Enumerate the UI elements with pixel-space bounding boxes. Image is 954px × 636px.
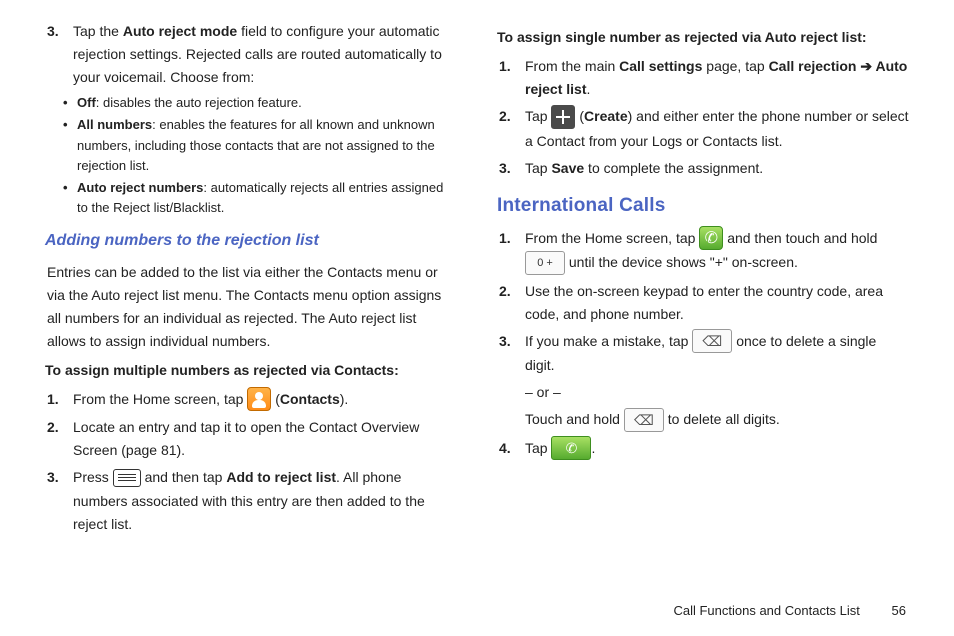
text: to delete all digits. bbox=[668, 411, 780, 427]
label: All numbers bbox=[77, 117, 152, 132]
label: Call settings bbox=[619, 58, 702, 74]
heading-adding-numbers: Adding numbers to the rejection list bbox=[45, 228, 457, 254]
step-body: Tap (Create) and either enter the phone … bbox=[525, 105, 909, 152]
text: From the Home screen, tap bbox=[73, 391, 247, 407]
contacts-icon bbox=[247, 387, 271, 411]
label: Save bbox=[551, 160, 584, 176]
intl-step-1: 1. From the Home screen, tap and then to… bbox=[497, 227, 909, 276]
subheading-via-auto: To assign single number as rejected via … bbox=[497, 26, 909, 49]
step-number: 1. bbox=[45, 388, 73, 412]
subheading-via-contacts: To assign multiple numbers as rejected v… bbox=[45, 359, 457, 382]
auto-step-1: 1. From the main Call settings page, tap… bbox=[497, 55, 909, 101]
page-number: 56 bbox=[892, 603, 906, 618]
footer-label: Call Functions and Contacts List bbox=[673, 603, 859, 618]
label: Create bbox=[584, 108, 628, 124]
label: Add to reject list bbox=[226, 469, 336, 485]
backspace-icon bbox=[692, 329, 732, 353]
left-column: 3. Tap the Auto reject mode field to con… bbox=[45, 20, 457, 540]
backspace-icon bbox=[624, 408, 664, 432]
bullet-all-numbers: • All numbers: enables the features for … bbox=[45, 115, 457, 175]
text: From the main bbox=[525, 58, 619, 74]
bullet-body: All numbers: enables the features for al… bbox=[77, 115, 457, 175]
bullet-mark: • bbox=[63, 93, 77, 113]
step-body: Tap . bbox=[525, 437, 909, 461]
contacts-step-3: 3. Press and then tap Add to reject list… bbox=[45, 466, 457, 535]
auto-step-3: 3. Tap Save to complete the assignment. bbox=[497, 157, 909, 180]
text: . bbox=[586, 81, 590, 97]
text: Press bbox=[73, 469, 113, 485]
step-3: 3. Tap the Auto reject mode field to con… bbox=[45, 20, 457, 89]
step-number: 3. bbox=[497, 330, 525, 433]
bullet-mark: • bbox=[63, 178, 77, 218]
label: Contacts bbox=[280, 391, 340, 407]
plus-icon bbox=[551, 105, 575, 129]
text: Tap bbox=[525, 440, 551, 456]
menu-icon bbox=[113, 469, 141, 487]
text: If you make a mistake, tap bbox=[525, 333, 692, 349]
text: : disables the auto rejection feature. bbox=[96, 95, 302, 110]
text: until the device shows "+" on-screen. bbox=[569, 254, 798, 270]
intl-step-3: 3. If you make a mistake, tap once to de… bbox=[497, 330, 909, 433]
step-number: 3. bbox=[45, 466, 73, 535]
heading-international-calls: International Calls bbox=[497, 190, 909, 221]
bullet-off: • Off: disables the auto rejection featu… bbox=[45, 93, 457, 113]
step-body: If you make a mistake, tap once to delet… bbox=[525, 330, 909, 433]
step-body: Use the on-screen keypad to enter the co… bbox=[525, 280, 909, 326]
bullet-mark: • bbox=[63, 115, 77, 175]
text: page, tap bbox=[702, 58, 768, 74]
intl-step-4: 4. Tap . bbox=[497, 437, 909, 461]
bullet-body: Off: disables the auto rejection feature… bbox=[77, 93, 457, 113]
step-body: Tap the Auto reject mode field to config… bbox=[73, 20, 457, 89]
step-body: Locate an entry and tap it to open the C… bbox=[73, 416, 457, 462]
auto-step-2: 2. Tap (Create) and either enter the pho… bbox=[497, 105, 909, 152]
step-number: 1. bbox=[497, 227, 525, 276]
step-body: Tap Save to complete the assignment. bbox=[525, 157, 909, 180]
zero-plus-key-icon: 0 + bbox=[525, 251, 565, 275]
intl-step-2: 2. Use the on-screen keypad to enter the… bbox=[497, 280, 909, 326]
page-columns: 3. Tap the Auto reject mode field to con… bbox=[45, 20, 909, 540]
text: . bbox=[591, 440, 595, 456]
text: ). bbox=[340, 391, 349, 407]
label: Off bbox=[77, 95, 96, 110]
text: Tap bbox=[525, 160, 551, 176]
step-body: Press and then tap Add to reject list. A… bbox=[73, 466, 457, 535]
bullet-body: Auto reject numbers: automatically rejec… bbox=[77, 178, 457, 218]
phone-icon bbox=[699, 226, 723, 250]
text: and then touch and hold bbox=[727, 230, 877, 246]
or-divider: – or – bbox=[525, 381, 909, 404]
bullet-auto-reject: • Auto reject numbers: automatically rej… bbox=[45, 178, 457, 218]
text: to complete the assignment. bbox=[584, 160, 763, 176]
step-number: 4. bbox=[497, 437, 525, 461]
step-body: From the Home screen, tap (Contacts). bbox=[73, 388, 457, 412]
call-key-icon bbox=[551, 436, 591, 460]
auto-reject-mode: Auto reject mode bbox=[123, 23, 237, 39]
step-number: 3. bbox=[497, 157, 525, 180]
step-number: 1. bbox=[497, 55, 525, 101]
page-footer: Call Functions and Contacts List 56 bbox=[673, 603, 906, 618]
contacts-step-2: 2. Locate an entry and tap it to open th… bbox=[45, 416, 457, 462]
step-number: 2. bbox=[45, 416, 73, 462]
text: Tap bbox=[525, 108, 551, 124]
step-number: 2. bbox=[497, 105, 525, 152]
step-body: From the main Call settings page, tap Ca… bbox=[525, 55, 909, 101]
contacts-step-1: 1. From the Home screen, tap (Contacts). bbox=[45, 388, 457, 412]
paragraph: Entries can be added to the list via eit… bbox=[45, 261, 457, 353]
label: Auto reject numbers bbox=[77, 180, 203, 195]
text: Tap the bbox=[73, 23, 123, 39]
step-number: 2. bbox=[497, 280, 525, 326]
text: From the Home screen, tap bbox=[525, 230, 699, 246]
step-body: From the Home screen, tap and then touch… bbox=[525, 227, 909, 276]
step-number: 3. bbox=[45, 20, 73, 89]
text: Touch and hold bbox=[525, 411, 624, 427]
right-column: To assign single number as rejected via … bbox=[497, 20, 909, 540]
text: and then tap bbox=[145, 469, 227, 485]
